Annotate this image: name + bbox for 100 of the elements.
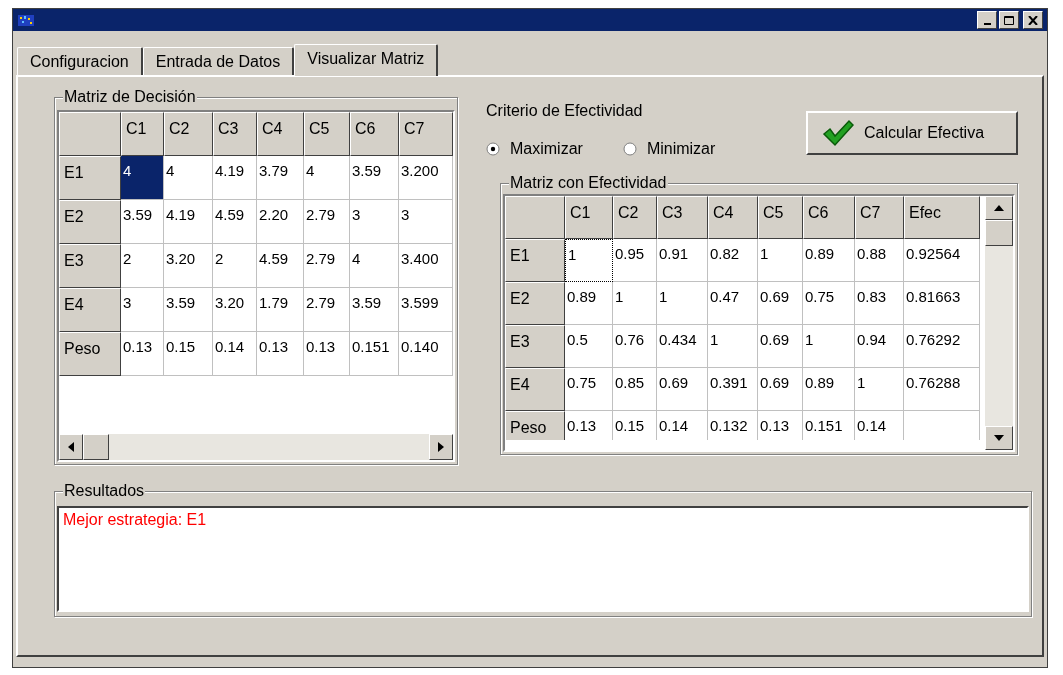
calculate-button[interactable]: Calcular Efectiva xyxy=(806,111,1018,155)
minimize-button[interactable] xyxy=(977,11,997,29)
row-header[interactable]: E3 xyxy=(505,325,565,368)
radio-button[interactable] xyxy=(622,142,637,156)
column-header[interactable]: C3 xyxy=(657,196,708,239)
column-header[interactable]: C5 xyxy=(758,196,803,239)
table-cell[interactable]: 2.79 xyxy=(304,288,350,332)
table-cell[interactable]: 0.434 xyxy=(657,325,708,368)
column-header[interactable]: C3 xyxy=(213,112,257,156)
table-cell[interactable]: 0.89 xyxy=(803,239,855,282)
table-cell[interactable]: 3.79 xyxy=(257,156,304,200)
column-header[interactable]: C1 xyxy=(565,196,613,239)
scroll-right-button[interactable] xyxy=(429,434,453,460)
maximize-button[interactable] xyxy=(999,11,1019,29)
row-header[interactable]: E1 xyxy=(505,239,565,282)
row-header[interactable]: E1 xyxy=(59,156,121,200)
row-header[interactable]: E3 xyxy=(59,244,121,288)
table-cell[interactable]: 0.69 xyxy=(758,368,803,411)
column-header[interactable]: Efec xyxy=(904,196,980,239)
table-cell[interactable]: 1 xyxy=(708,325,758,368)
radio-option[interactable]: Maximizar xyxy=(486,137,583,161)
column-header[interactable]: C6 xyxy=(803,196,855,239)
table-cell[interactable]: 0.151 xyxy=(803,411,855,440)
table-cell[interactable]: 0.76292 xyxy=(904,325,980,368)
table-cell[interactable]: 0.5 xyxy=(565,325,613,368)
table-cell[interactable]: 0.14 xyxy=(657,411,708,440)
table-cell[interactable]: 0.88 xyxy=(855,239,904,282)
table-cell[interactable]: 0.95 xyxy=(613,239,657,282)
table-cell[interactable]: 0.69 xyxy=(758,282,803,325)
table-cell[interactable]: 0.92564 xyxy=(904,239,980,282)
table-cell[interactable]: 0.140 xyxy=(399,332,453,376)
table-cell[interactable]: 0.47 xyxy=(708,282,758,325)
row-header[interactable]: E2 xyxy=(505,282,565,325)
table-cell[interactable]: 0.15 xyxy=(164,332,213,376)
table-cell[interactable]: 2.79 xyxy=(304,200,350,244)
table-cell[interactable]: 2 xyxy=(213,244,257,288)
column-header[interactable]: C2 xyxy=(613,196,657,239)
table-cell[interactable]: 3 xyxy=(121,288,164,332)
table-cell[interactable]: 0.76 xyxy=(613,325,657,368)
table-cell[interactable]: 3.59 xyxy=(164,288,213,332)
table-cell[interactable]: 0.13 xyxy=(257,332,304,376)
table-cell[interactable]: 0.13 xyxy=(121,332,164,376)
table-cell[interactable]: 1 xyxy=(758,239,803,282)
table-cell[interactable]: 4 xyxy=(121,156,164,200)
column-header[interactable]: C4 xyxy=(257,112,304,156)
table-cell[interactable]: 4 xyxy=(164,156,213,200)
column-header[interactable]: C7 xyxy=(855,196,904,239)
table-cell[interactable]: 0.82 xyxy=(708,239,758,282)
row-header[interactable]: E4 xyxy=(505,368,565,411)
table-cell[interactable]: 1 xyxy=(657,282,708,325)
table-cell[interactable]: 0.83 xyxy=(855,282,904,325)
table-cell[interactable]: 0.69 xyxy=(758,325,803,368)
table-cell[interactable]: 0.15 xyxy=(613,411,657,440)
table-cell[interactable]: 0.81663 xyxy=(904,282,980,325)
scroll-thumb[interactable] xyxy=(83,434,109,460)
column-header[interactable]: C1 xyxy=(121,112,164,156)
table-cell[interactable]: 3.20 xyxy=(164,244,213,288)
table-cell[interactable]: 0.13 xyxy=(304,332,350,376)
table-cell[interactable]: 0.13 xyxy=(758,411,803,440)
table-cell[interactable]: 4.59 xyxy=(213,200,257,244)
table-cell[interactable]: 0.14 xyxy=(855,411,904,440)
table-cell[interactable]: 3.59 xyxy=(350,288,399,332)
scroll-left-button[interactable] xyxy=(59,434,83,460)
table-cell[interactable]: 3.20 xyxy=(213,288,257,332)
table-cell[interactable]: 3.200 xyxy=(399,156,453,200)
table-cell[interactable]: 2.79 xyxy=(304,244,350,288)
row-header[interactable]: Peso xyxy=(59,332,121,376)
table-cell[interactable]: 4 xyxy=(304,156,350,200)
table-cell[interactable]: 1.79 xyxy=(257,288,304,332)
radio-button[interactable] xyxy=(486,142,500,156)
row-header[interactable]: Peso xyxy=(505,411,565,440)
table-cell[interactable]: 0.76288 xyxy=(904,368,980,411)
table-cell[interactable]: 0.75 xyxy=(565,368,613,411)
column-header[interactable]: C7 xyxy=(399,112,453,156)
table-cell[interactable]: 3.400 xyxy=(399,244,453,288)
table-cell[interactable]: 3.599 xyxy=(399,288,453,332)
table-cell[interactable]: 0.89 xyxy=(565,282,613,325)
row-header[interactable]: E4 xyxy=(59,288,121,332)
table-cell[interactable]: 0.391 xyxy=(708,368,758,411)
table-cell[interactable]: 3.59 xyxy=(121,200,164,244)
table-cell[interactable]: 0.69 xyxy=(657,368,708,411)
table-cell[interactable]: 1 xyxy=(803,325,855,368)
table-cell[interactable]: 0.13 xyxy=(565,411,613,440)
table-cell[interactable]: 4.19 xyxy=(213,156,257,200)
table-cell[interactable]: 1 xyxy=(565,239,613,282)
table-cell[interactable]: 0.91 xyxy=(657,239,708,282)
close-button[interactable] xyxy=(1023,11,1043,29)
table-cell[interactable]: 0.75 xyxy=(803,282,855,325)
table-cell[interactable]: 1 xyxy=(613,282,657,325)
row-header[interactable]: E2 xyxy=(59,200,121,244)
table-cell[interactable]: 0.132 xyxy=(708,411,758,440)
table-cell[interactable]: 1 xyxy=(855,368,904,411)
table-cell[interactable]: 4.19 xyxy=(164,200,213,244)
table-cell[interactable]: 0.14 xyxy=(213,332,257,376)
table-cell[interactable]: 0.89 xyxy=(803,368,855,411)
scroll-thumb[interactable] xyxy=(985,220,1013,246)
tab[interactable]: Entrada de Datos xyxy=(142,47,295,75)
column-header[interactable]: C2 xyxy=(164,112,213,156)
table-cell[interactable]: 4 xyxy=(350,244,399,288)
column-header[interactable]: C4 xyxy=(708,196,758,239)
